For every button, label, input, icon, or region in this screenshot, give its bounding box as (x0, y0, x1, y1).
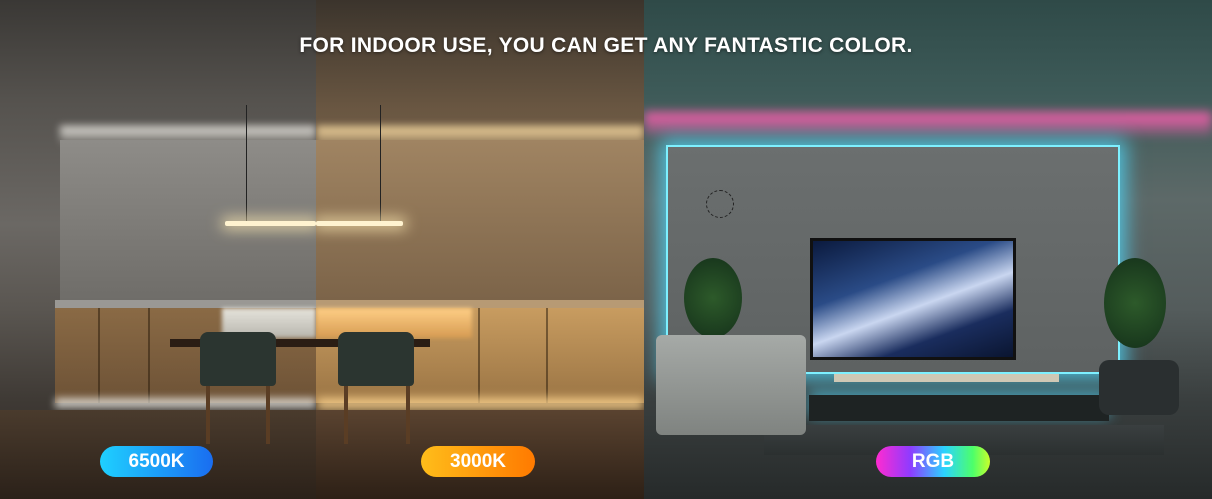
label-rgb-badge: RGB (876, 446, 990, 477)
cool-white-kitchen-scene (0, 0, 316, 499)
coffee-table (834, 374, 1059, 382)
lounge-chair (1099, 360, 1179, 415)
plant-left (684, 258, 742, 338)
wall-clock (706, 190, 734, 218)
pendant-wire (380, 105, 381, 221)
kitchen-back-wall (316, 140, 644, 300)
kitchen-counter (316, 300, 644, 308)
label-3000k-badge: 3000K (421, 446, 535, 477)
chair-leg (266, 386, 270, 444)
pendant-wire (246, 105, 247, 221)
label-6500k-badge: 6500K (100, 446, 213, 477)
headline: FOR INDOOR USE, YOU CAN GET ANY FANTASTI… (299, 34, 913, 57)
led-strip-banner: FOR INDOOR USE, YOU CAN GET ANY FANTASTI… (0, 0, 1212, 499)
cabinet-divider (546, 308, 548, 403)
sofa (656, 335, 806, 435)
pink-ceiling-light (644, 112, 1212, 136)
warm-white-kitchen-scene (316, 0, 644, 499)
pendant-light (316, 221, 403, 226)
rgb-living-room-scene (644, 0, 1212, 499)
warm-underglow (316, 398, 644, 410)
kitchen-back-wall (60, 140, 316, 300)
chair-leg (206, 386, 210, 444)
tv-console (809, 395, 1109, 421)
kitchen-counter (55, 300, 316, 308)
cabinet-divider (98, 308, 100, 403)
cool-underglow (55, 398, 316, 408)
plant-right (1104, 258, 1166, 348)
dining-chair (200, 332, 276, 386)
chair-leg (344, 386, 348, 444)
dining-chair (338, 332, 414, 386)
cabinet-divider (148, 308, 150, 403)
pendant-light (225, 221, 316, 226)
chair-leg (406, 386, 410, 444)
cabinet-divider (478, 308, 480, 403)
television (810, 238, 1016, 360)
